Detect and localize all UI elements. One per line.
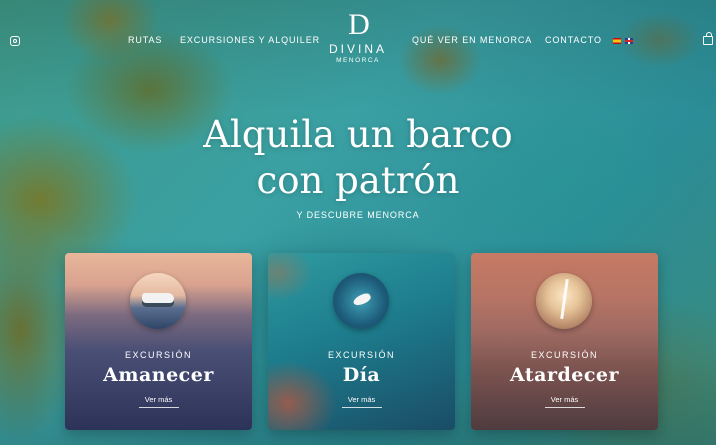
nav-que-ver[interactable]: QUÉ VER EN MENORCA [412, 35, 532, 45]
nav-rutas[interactable]: RUTAS [128, 35, 162, 45]
instagram-icon[interactable] [10, 36, 20, 46]
hero-title-line-1: Alquila un barco [203, 113, 513, 156]
card-kicker: EXCURSIÓN [124, 350, 192, 360]
ver-mas-label[interactable]: Ver más [341, 395, 382, 408]
hero-subtitle: Y DESCUBRE MENORCA [296, 210, 420, 220]
logo[interactable]: D DIVINA MENORCA [326, 8, 390, 65]
card-image [333, 273, 389, 329]
logo-subtitle: MENORCA [336, 57, 380, 64]
site-header: RUTAS EXCURSIONES Y ALQUILER D DIVINA ME… [0, 0, 716, 80]
en-flag-icon[interactable] [625, 38, 633, 44]
card-title: Atardecer [509, 364, 620, 386]
ver-mas-label[interactable]: Ver más [544, 395, 585, 408]
ver-mas-link[interactable]: Ver más [471, 395, 658, 408]
card-atardecer[interactable]: EXCURSIÓN Atardecer Ver más [471, 253, 658, 430]
logo-mark: D [348, 8, 370, 41]
card-image [130, 273, 186, 329]
nav-contacto[interactable]: CONTACTO [545, 35, 602, 45]
es-flag-icon[interactable] [613, 38, 621, 44]
card-dia[interactable]: EXCURSIÓN Día Ver más [268, 253, 455, 430]
hero-title: Alquila un barco con patrón [0, 112, 716, 204]
ver-mas-label[interactable]: Ver más [138, 395, 179, 408]
hero-title-line-2: con patrón [256, 159, 460, 202]
card-kicker: EXCURSIÓN [327, 350, 395, 360]
card-kicker: EXCURSIÓN [530, 350, 598, 360]
card-title: Día [342, 364, 381, 386]
ver-mas-link[interactable]: Ver más [268, 395, 455, 408]
card-amanecer[interactable]: EXCURSIÓN Amanecer Ver más [65, 253, 252, 430]
card-title: Amanecer [103, 364, 214, 386]
logo-name: DIVINA [328, 42, 387, 56]
cart-icon[interactable] [703, 32, 713, 45]
card-image [536, 273, 592, 329]
nav-excursiones[interactable]: EXCURSIONES Y ALQUILER [180, 35, 320, 45]
ver-mas-link[interactable]: Ver más [65, 395, 252, 408]
